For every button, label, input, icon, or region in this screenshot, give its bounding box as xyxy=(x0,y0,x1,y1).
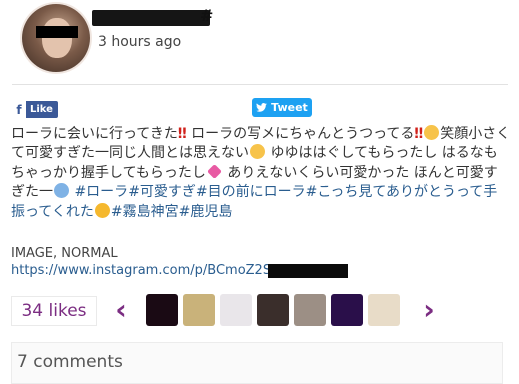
liker-thumbnail[interactable] xyxy=(294,294,326,326)
username-redacted[interactable] xyxy=(92,10,210,26)
post-header: # 3 hours ago xyxy=(0,0,519,80)
laughing-emoji-icon xyxy=(250,144,265,160)
caption-text-1: ローラに会いに行ってきた xyxy=(11,126,178,142)
heart-eyes-emoji-icon xyxy=(94,202,110,218)
liker-thumbnail[interactable] xyxy=(220,294,252,326)
caption-text-2: ローラの写メにちゃんとうつってる xyxy=(186,126,415,142)
facebook-icon: f xyxy=(12,101,26,118)
carousel-next-chevron-icon[interactable]: › xyxy=(418,293,440,326)
hashtag-link[interactable]: #ローラ xyxy=(74,184,128,200)
tweet-button[interactable]: Tweet xyxy=(252,98,312,117)
likes-count[interactable]: 34 likes xyxy=(11,296,97,326)
post-caption: ローラに会いに行ってきた‼ ローラの写メにちゃんとうつってる‼ 笑顔小さくて可愛す… xyxy=(11,125,511,222)
username-suffix: # xyxy=(200,6,214,25)
avatar-face xyxy=(42,18,72,58)
caption-exclaim-2: ‼ xyxy=(414,126,424,142)
liker-thumbnail[interactable] xyxy=(331,294,363,326)
liker-thumbnail[interactable] xyxy=(183,294,215,326)
liker-thumbnail[interactable] xyxy=(368,294,400,326)
heart-emoji-icon xyxy=(206,163,222,179)
liker-thumbnails xyxy=(146,294,412,326)
liker-thumbnail[interactable] xyxy=(146,294,178,326)
carousel-prev-chevron-icon[interactable]: ‹ xyxy=(110,293,132,326)
post-timestamp: 3 hours ago xyxy=(98,34,182,50)
laughing-emoji-icon xyxy=(424,125,440,140)
link-redaction-bar xyxy=(268,264,348,278)
facebook-like-button[interactable]: f Like xyxy=(12,101,58,118)
like-label: Like xyxy=(30,104,53,115)
twitter-bird-icon xyxy=(256,103,268,112)
liker-thumbnail[interactable] xyxy=(257,294,289,326)
media-type-label: IMAGE, NORMAL xyxy=(11,246,118,261)
tweet-label: Tweet xyxy=(271,101,308,114)
hashtag-link[interactable]: #目の前にローラ xyxy=(196,184,306,200)
hashtag-link[interactable]: #可愛すぎ xyxy=(128,184,196,200)
hashtag-link[interactable]: #霧島神宮 xyxy=(111,204,179,220)
hashtag-link[interactable]: #鹿児島 xyxy=(179,204,233,220)
header-divider xyxy=(12,84,508,85)
fearful-emoji-icon xyxy=(54,183,69,199)
caption-exclaim-1: ‼ xyxy=(177,126,187,142)
avatar-censor-bar xyxy=(36,26,78,38)
avatar[interactable] xyxy=(22,4,90,72)
comments-count[interactable]: 7 comments xyxy=(17,352,123,372)
instagram-post-link[interactable]: https://www.instagram.com/p/BCmoZ2S xyxy=(11,263,271,278)
